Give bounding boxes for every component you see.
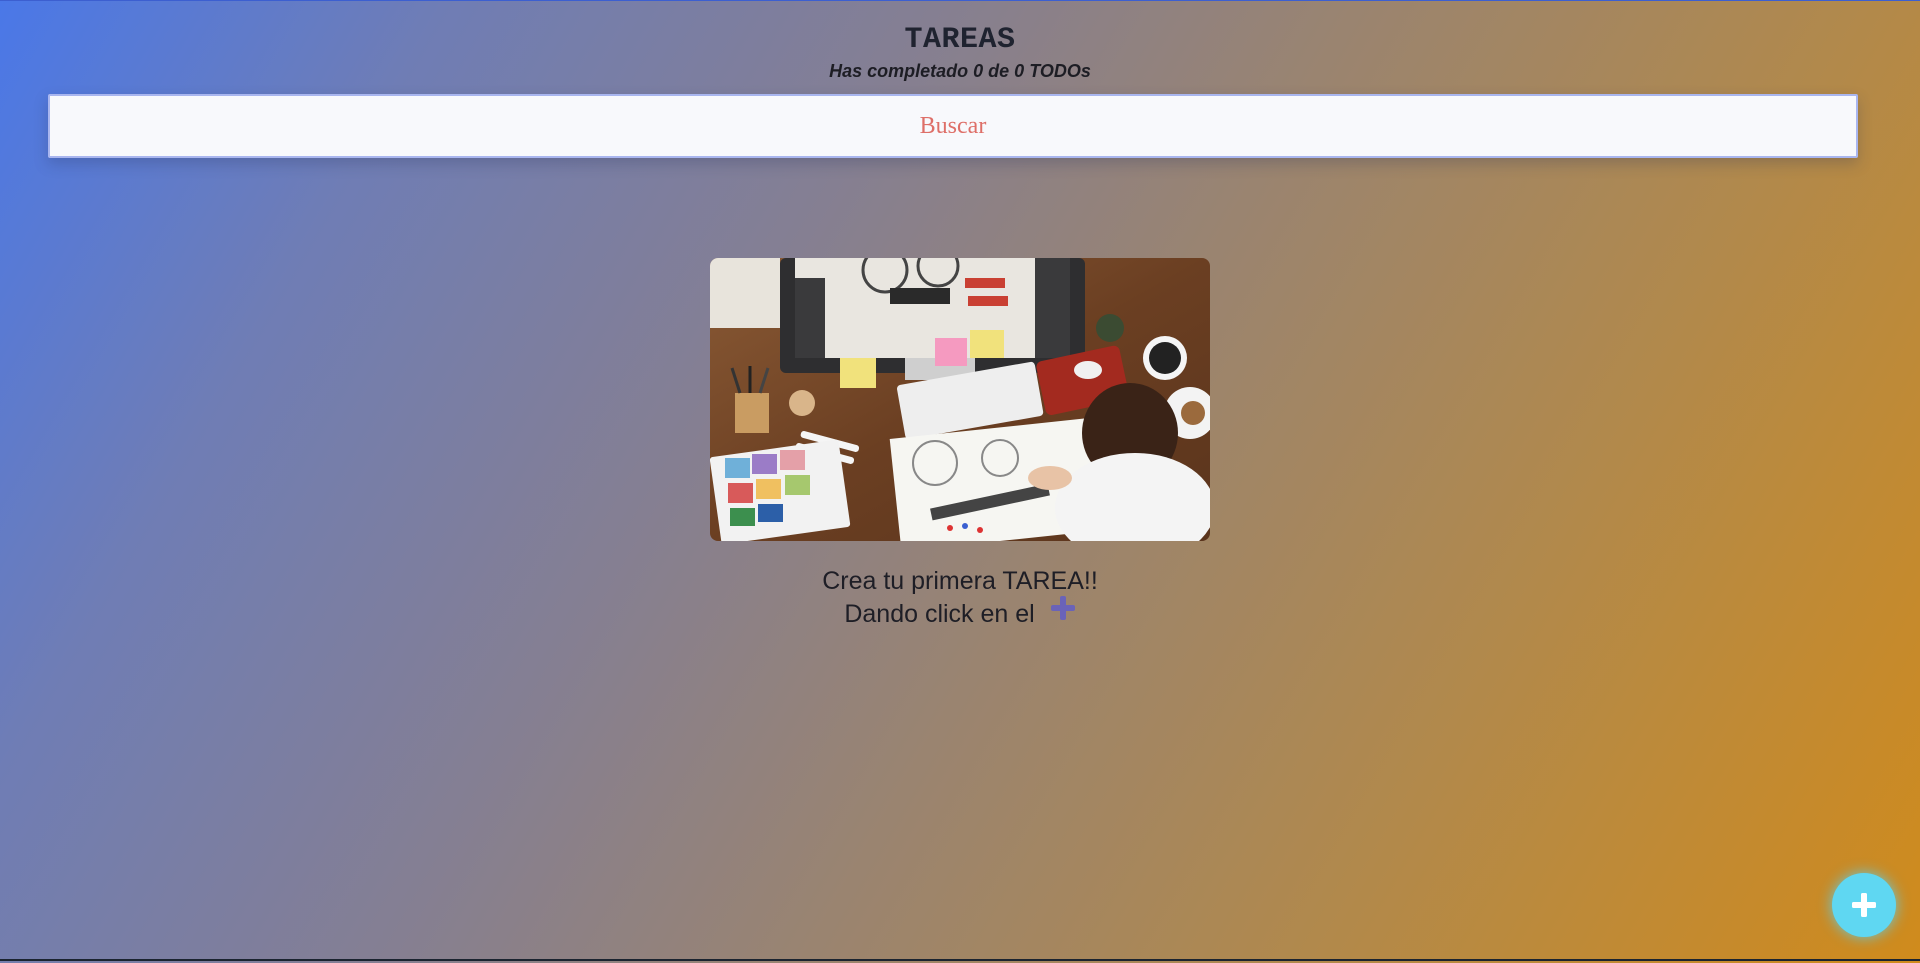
plus-icon	[1050, 595, 1076, 630]
search-input[interactable]	[48, 94, 1858, 158]
todo-counter: Has completado 0 de 0 TODOs	[829, 61, 1091, 81]
empty-state-line-1: Crea tu primera TAREA!!	[822, 567, 1098, 595]
empty-state-message: Crea tu primera TAREA!! Dando click en e…	[710, 565, 1210, 631]
empty-state-illustration	[710, 258, 1210, 541]
add-todo-button[interactable]	[1832, 873, 1896, 937]
empty-state-line-2: Dando click en el	[710, 595, 1210, 631]
plus-icon	[1851, 892, 1877, 918]
empty-state: Crea tu primera TAREA!! Dando click en e…	[710, 258, 1210, 631]
header: TAREAS Has completado 0 de 0 TODOs	[0, 22, 1920, 82]
empty-state-line-2-text: Dando click en el	[844, 600, 1035, 628]
page-title: TAREAS	[904, 23, 1016, 57]
